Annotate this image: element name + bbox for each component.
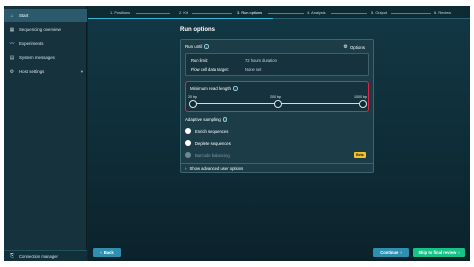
advanced-options-toggle[interactable]: › Show advanced user options [185, 166, 243, 171]
run-until-heading: Run until i [185, 44, 209, 49]
minimum-read-length-label: Minimum read length [190, 86, 231, 91]
chevron-right-icon: › [458, 250, 460, 255]
continue-button[interactable]: Continue › [373, 248, 409, 257]
home-icon: ⌂ [10, 12, 14, 19]
radio-button[interactable] [185, 140, 191, 146]
radio-button[interactable] [185, 128, 191, 134]
beta-badge: Beta [353, 152, 366, 158]
sidebar-item-label: System messages [19, 55, 55, 60]
sidebar-item-label: Experiments [19, 41, 44, 46]
barcode-balancing-option: Barcode balancing Beta [185, 150, 369, 160]
run-options-panel: Run until i ⚙ Options Run limit: 72 hours… [180, 39, 374, 173]
deplete-sequences-option[interactable]: Deplete sequences [185, 138, 369, 148]
info-icon[interactable]: i [233, 86, 238, 91]
chevron-right-icon: › [185, 166, 187, 171]
read-length-tick: 1000 bp [354, 95, 367, 99]
chevron-down-icon: ▾ [80, 68, 83, 74]
run-limit-value: 72 hours duration [245, 58, 277, 63]
advanced-options-label: Show advanced user options [189, 166, 244, 171]
divider [181, 163, 373, 164]
sidebar-item-label: Sequencing overview [19, 27, 61, 32]
sidebar-item-label: Host settings [19, 69, 45, 74]
step-positions[interactable]: 1. Positions [110, 10, 130, 15]
option-label: Deplete sequences [195, 140, 231, 146]
run-limit-label: Run limit: [191, 58, 209, 63]
chart-icon: 〰 [9, 41, 15, 47]
back-button[interactable]: ‹ Back [93, 248, 121, 257]
step-review[interactable]: 6. Review [434, 10, 451, 15]
chevron-right-icon: › [400, 250, 402, 255]
flow-cell-target-label: Flow cell data target: [191, 67, 229, 72]
radio-button [185, 152, 191, 158]
step-output[interactable]: 5. Output [371, 10, 387, 15]
step-kit[interactable]: 2. Kit [179, 10, 188, 15]
page-title: Run options [180, 27, 215, 33]
adaptive-sampling-heading: Adaptive sampling i [185, 117, 228, 122]
overview-icon: ▦ [9, 26, 15, 33]
run-until-label: Run until [185, 44, 203, 49]
read-length-tick: 200 bp [270, 95, 281, 99]
run-until-summary: Run limit: 72 hours duration Flow cell da… [185, 53, 369, 76]
option-label: Enrich sequences [195, 128, 229, 134]
sidebar-item-host-settings[interactable]: ⚙ Host settings ▾ [4, 65, 87, 78]
options-label: Options [349, 44, 365, 50]
connection-manager-label: Connection manager [19, 253, 58, 259]
read-length-tick: 20 bp [188, 95, 197, 99]
sidebar-item-experiments[interactable]: 〰 Experiments [4, 37, 87, 50]
gear-icon: ⚙ [343, 44, 348, 50]
step-connector [331, 12, 367, 13]
stepper: 1. Positions 2. Kit 3. Run options 4. An… [88, 6, 470, 19]
skip-to-final-review-label: Skip to final review [418, 250, 457, 255]
step-connector [268, 12, 304, 13]
sidebar-item-start[interactable]: ⌂ Start [4, 9, 87, 22]
message-icon: ▤ [9, 54, 15, 61]
bottom-bar: ‹ Back Continue › Skip to final review › [88, 244, 470, 261]
gear-icon: ⚙ [9, 68, 15, 75]
back-label: Back [103, 250, 114, 255]
info-icon[interactable]: i [204, 44, 209, 49]
app-window: ⌂ Start ▦ Sequencing overview 〰 Experime… [4, 6, 470, 261]
flow-cell-target-value: None set [245, 67, 262, 72]
read-length-slider-stop[interactable] [189, 99, 197, 108]
sidebar-item-system-messages[interactable]: ▤ System messages [4, 51, 87, 64]
step-analysis[interactable]: 4. Analysis [307, 10, 326, 15]
main-content: 1. Positions 2. Kit 3. Run options 4. An… [88, 6, 470, 261]
chevron-left-icon: ‹ [100, 250, 102, 255]
run-limit-row: Run limit: 72 hours duration [191, 58, 277, 63]
adaptive-sampling-label: Adaptive sampling [185, 117, 221, 122]
enrich-sequences-option[interactable]: Enrich sequences [185, 126, 369, 136]
step-connector [192, 12, 232, 13]
step-connector [136, 12, 170, 13]
sidebar: ⌂ Start ▦ Sequencing overview 〰 Experime… [4, 6, 87, 261]
step-progress-bar [88, 17, 273, 19]
read-length-slider-stop[interactable] [359, 99, 367, 108]
step-connector [391, 12, 431, 13]
flow-cell-target-row: Flow cell data target: None set [191, 67, 261, 72]
continue-label: Continue [380, 250, 399, 255]
read-length-slider-handle[interactable] [274, 99, 282, 108]
sidebar-item-sequencing-overview[interactable]: ▦ Sequencing overview [4, 23, 87, 36]
sidebar-item-label: Start [19, 13, 29, 18]
connection-icon: ⎘ [9, 253, 14, 259]
option-label: Barcode balancing [195, 152, 230, 158]
options-button[interactable]: ⚙ Options [343, 44, 365, 50]
connection-manager-button[interactable]: ⎘ Connection manager [4, 250, 87, 261]
minimum-read-length-heading: Minimum read length i [190, 86, 238, 91]
skip-to-final-review-button[interactable]: Skip to final review › [413, 248, 465, 257]
info-icon[interactable]: i [222, 117, 228, 122]
step-run-options[interactable]: 3. Run options [237, 10, 262, 15]
minimum-read-length-section: Minimum read length i 20 bp 200 bp 1000 … [185, 81, 369, 112]
